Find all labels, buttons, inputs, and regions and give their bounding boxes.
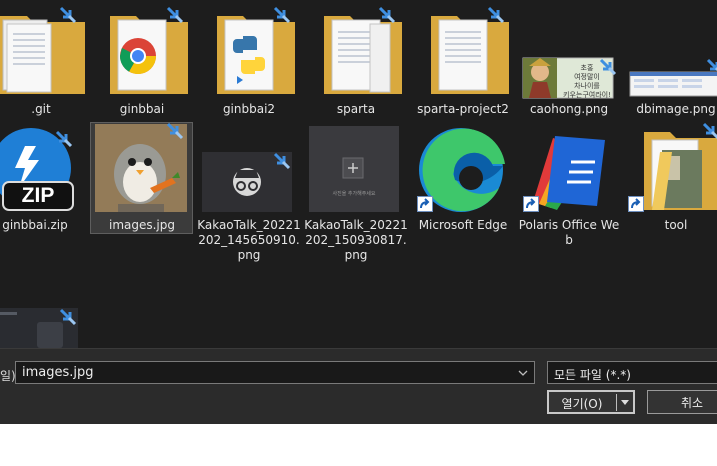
dropdown-arrow-icon[interactable]	[620, 399, 630, 407]
thumbnail-text: 키우는구여라이!	[563, 91, 611, 99]
filename-input[interactable]: images.jpg	[15, 361, 535, 384]
open-button[interactable]: 열기(O)	[547, 390, 635, 414]
cancel-button[interactable]: 취소	[647, 390, 717, 414]
file-label: KakaoTalk_20221202_150930817.png	[304, 218, 408, 262]
file-item-partial[interactable]	[0, 300, 89, 348]
file-item-caohong[interactable]: 초홍 여정말이 차나이를 키우는구여라이! caohong.png	[515, 6, 623, 134]
shortcut-arrow-icon	[628, 196, 644, 212]
file-item-tool[interactable]: tool	[622, 122, 717, 250]
sync-icon	[706, 58, 717, 72]
open-button-label: 열기(O)	[561, 397, 603, 411]
thumbnail-text: 차나이를	[574, 82, 600, 90]
file-item-images-jpg[interactable]: images.jpg	[88, 122, 196, 250]
file-label: .git	[31, 102, 51, 116]
sync-icon	[273, 152, 291, 170]
sync-icon	[55, 130, 73, 148]
image-thumbnail	[309, 126, 399, 212]
image-thumbnail	[629, 71, 717, 97]
sync-icon	[702, 122, 717, 140]
sync-icon	[166, 122, 184, 140]
file-item-git[interactable]: .git	[0, 6, 95, 134]
thumbnail-text: 사진을 추가해주세요	[332, 191, 376, 197]
sync-icon	[599, 58, 617, 76]
split-divider	[616, 394, 617, 411]
sync-icon	[487, 6, 505, 24]
file-label: ginbbai.zip	[2, 218, 68, 232]
file-item-ginbbai2[interactable]: ginbbai2	[195, 6, 303, 134]
file-label: dbimage.png	[636, 102, 716, 116]
file-item-sparta[interactable]: sparta	[302, 6, 410, 134]
file-item-polaris-office[interactable]: Polaris Office Web	[515, 122, 623, 250]
folder-icon	[0, 16, 85, 94]
zip-badge: ZIP	[21, 184, 55, 207]
sync-icon	[378, 6, 396, 24]
sync-icon	[59, 6, 77, 24]
shortcut-arrow-icon	[417, 196, 433, 212]
file-label: caohong.png	[529, 102, 609, 116]
file-label: Microsoft Edge	[418, 218, 508, 232]
filename-value: images.jpg	[22, 365, 94, 380]
file-item-sparta-project2[interactable]: sparta-project2	[409, 6, 517, 134]
file-open-dialog: .git ginbbai ginbbai2 sparta sparta-proj…	[0, 0, 717, 424]
dialog-footer: 일): images.jpg 모든 파일 (*.*) 열기(O) 취소	[0, 348, 717, 424]
file-item-microsoft-edge[interactable]: Microsoft Edge	[409, 122, 517, 250]
sync-icon	[59, 308, 77, 326]
sync-icon	[166, 6, 184, 24]
file-list-view[interactable]: .git ginbbai ginbbai2 sparta sparta-proj…	[0, 0, 717, 348]
filetype-value: 모든 파일 (*.*)	[554, 368, 631, 382]
chevron-down-icon[interactable]	[518, 366, 528, 380]
file-item-kakaotalk-1[interactable]: KakaoTalk_20221202_145650910.png	[195, 122, 303, 262]
file-label: images.jpg	[108, 218, 175, 232]
file-label: ginbbai	[119, 102, 165, 116]
shortcut-arrow-icon	[523, 196, 539, 212]
file-item-kakaotalk-2[interactable]: 사진을 추가해주세요 KakaoTalk_20221202_150930817.…	[302, 122, 410, 262]
file-label: ginbbai2	[222, 102, 276, 116]
file-item-ginbbai-zip[interactable]: ZIP ginbbai.zip	[0, 122, 89, 250]
file-item-ginbbai[interactable]: ginbbai	[88, 6, 196, 134]
file-item-dbimage[interactable]: dbimage.png	[622, 6, 717, 134]
sync-icon	[273, 6, 291, 24]
file-label: Polaris Office Web	[518, 218, 620, 247]
file-label: sparta	[336, 102, 376, 116]
filetype-select[interactable]: 모든 파일 (*.*)	[547, 361, 717, 384]
cancel-button-label: 취소	[680, 395, 704, 410]
file-label: tool	[664, 218, 688, 232]
file-label: sparta-project2	[417, 102, 509, 116]
file-label: KakaoTalk_20221202_145650910.png	[197, 218, 301, 262]
